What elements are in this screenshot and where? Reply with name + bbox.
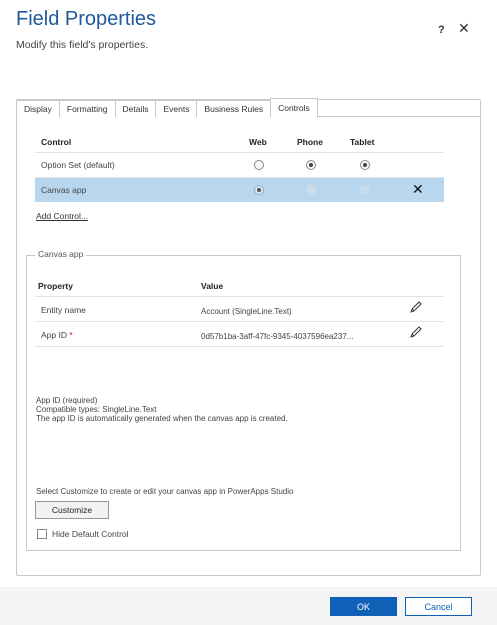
pencil-icon[interactable] [409,325,423,341]
tab-controls[interactable]: Controls [270,98,318,118]
column-header-value: Value [201,281,224,291]
control-row-canvas-app[interactable]: Canvas app ✕ [35,178,444,202]
info-line: Compatible types: SingleLine.Text [36,405,157,414]
tab-display[interactable]: Display [16,100,59,117]
tablet-radio [360,185,370,195]
close-icon[interactable]: ✕ [412,181,424,198]
tab-details[interactable]: Details [114,100,156,117]
column-header-control: Control [41,137,72,147]
column-header-tablet: Tablet [350,137,375,147]
property-name: Entity name [41,305,86,315]
fieldset-legend: Canvas app [35,249,87,259]
column-header-web: Web [249,137,267,147]
property-value: Account (SingleLine.Text) [201,307,292,316]
customize-button[interactable]: Customize [35,501,109,519]
hide-default-control-label: Hide Default Control [52,529,129,539]
info-line: App ID (required) [36,396,98,405]
phone-radio [306,185,316,195]
property-row-app-id: App ID * 0d57b1ba-3aff-47fc-9345-4037596… [35,322,444,346]
help-icon[interactable]: ? [438,24,445,36]
required-marker: * [69,330,73,340]
customize-hint: Select Customize to create or edit your … [36,487,294,496]
add-control-link[interactable]: Add Control... [36,211,88,221]
column-header-phone: Phone [297,137,323,147]
dialog-subtitle: Modify this field's properties. [16,39,149,51]
info-line: The app ID is automatically generated wh… [36,414,288,423]
phone-radio[interactable] [306,160,316,170]
property-row-entity-name: Entity name Account (SingleLine.Text) [35,297,444,321]
control-label: Option Set (default) [41,160,115,170]
pencil-icon[interactable] [409,300,423,316]
tab-strip: Display Formatting Details Events Busine… [16,98,318,118]
dialog-title: Field Properties [16,8,157,30]
column-header-property: Property [38,281,73,291]
web-radio[interactable] [254,160,264,170]
tab-events[interactable]: Events [155,100,197,117]
tab-business-rules[interactable]: Business Rules [196,100,271,117]
control-row-option-set[interactable]: Option Set (default) [35,153,444,177]
tablet-radio[interactable] [360,160,370,170]
control-label: Canvas app [41,185,87,195]
tab-formatting[interactable]: Formatting [58,100,115,117]
close-icon[interactable]: ✕ [458,20,470,37]
cancel-button[interactable]: Cancel [405,597,472,616]
property-value: 0d57b1ba-3aff-47fc-9345-4037596ea237... [201,332,354,341]
row-divider [35,346,444,347]
ok-button[interactable]: OK [330,597,397,616]
property-name: App ID * [41,330,73,340]
web-radio[interactable] [254,185,264,195]
hide-default-control-checkbox[interactable] [37,529,47,539]
